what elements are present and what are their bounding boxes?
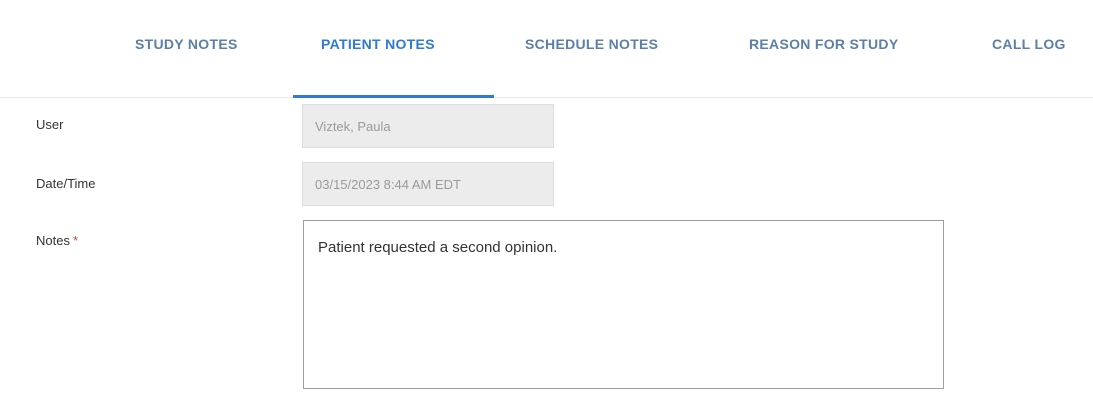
tab-label: REASON FOR STUDY: [749, 36, 899, 52]
notes-label: Notes *: [36, 233, 78, 248]
tab-patient-notes[interactable]: PATIENT NOTES: [321, 32, 435, 98]
required-marker: *: [72, 233, 79, 248]
user-field: Viztek, Paula: [302, 104, 554, 148]
datetime-field: 03/15/2023 8:44 AM EDT: [302, 162, 554, 206]
tab-label: SCHEDULE NOTES: [525, 36, 659, 52]
patient-notes-panel: STUDY NOTES PATIENT NOTES SCHEDULE NOTES…: [0, 0, 1093, 396]
tab-label: PATIENT NOTES: [321, 36, 435, 52]
notes-tab-bar: STUDY NOTES PATIENT NOTES SCHEDULE NOTES…: [0, 0, 1093, 100]
tab-bar-divider: [0, 97, 1093, 98]
tab-label: STUDY NOTES: [135, 36, 238, 52]
notes-textarea[interactable]: Patient requested a second opinion.: [303, 220, 944, 389]
user-label: User: [36, 117, 64, 132]
tab-call-log[interactable]: CALL LOG: [992, 32, 1066, 98]
tab-reason-for-study[interactable]: REASON FOR STUDY: [749, 32, 898, 98]
tab-schedule-notes[interactable]: SCHEDULE NOTES: [525, 32, 658, 98]
tab-label: CALL LOG: [992, 36, 1066, 52]
tab-study-notes[interactable]: STUDY NOTES: [135, 32, 238, 98]
notes-label-text: Notes: [36, 233, 70, 248]
datetime-label: Date/Time: [36, 176, 96, 191]
active-tab-indicator: [293, 95, 494, 98]
